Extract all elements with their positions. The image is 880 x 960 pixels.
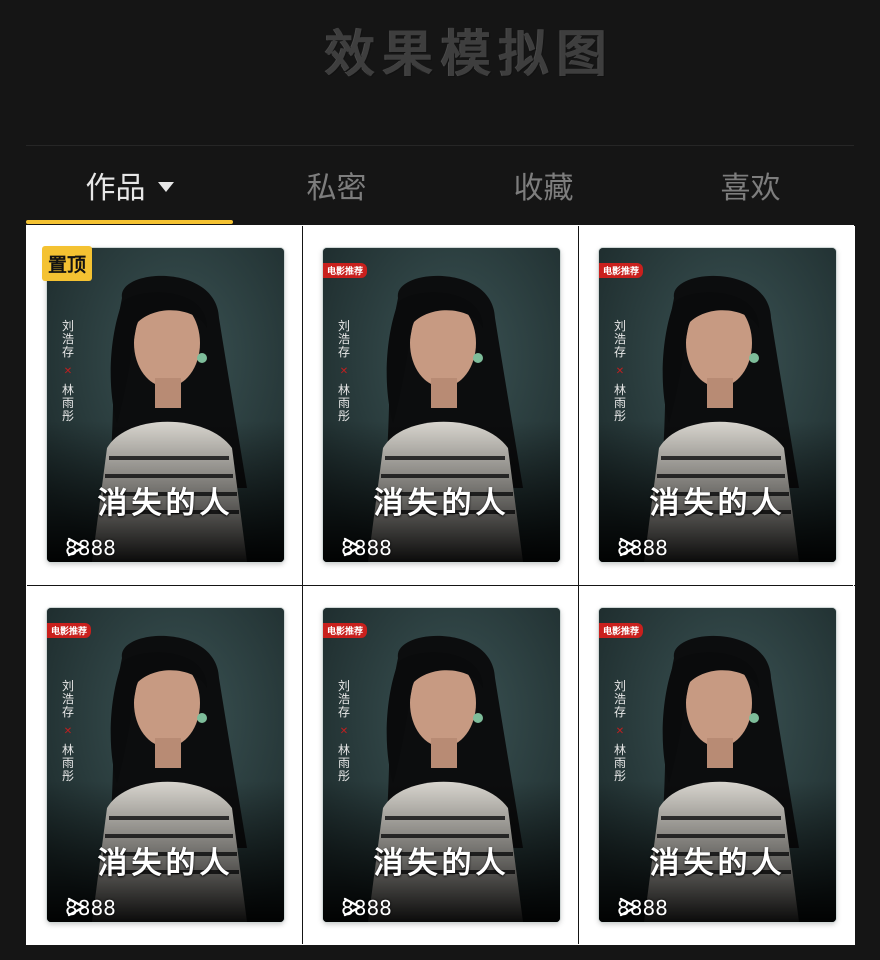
page: 效果模拟图 作品 私密 收藏 喜欢 置顶 刘浩存 ✕ 林雨彤 消失的人 8888… [0, 0, 880, 960]
channel-logo: 电影推荐 [47, 623, 92, 638]
cast-name: 林雨彤 [613, 743, 626, 783]
view-count: 8888 [617, 896, 668, 920]
cast-credits: 刘浩存 ✕ 林雨彤 [61, 680, 75, 783]
video-title: 消失的人 [649, 486, 786, 521]
page-title: 效果模拟图 [325, 24, 615, 83]
video-thumbnail: 电影推荐 刘浩存 ✕ 林雨彤 消失的人 8888 [47, 608, 284, 922]
video-card[interactable]: 电影推荐 刘浩存 ✕ 林雨彤 消失的人 8888 [303, 586, 578, 945]
play-icon [343, 897, 362, 917]
video-thumbnail: 电影推荐 刘浩存 ✕ 林雨彤 消失的人 8888 [599, 248, 836, 562]
cross-icon: ✕ [615, 726, 625, 737]
video-card[interactable]: 电影推荐 刘浩存 ✕ 林雨彤 消失的人 8888 [579, 226, 855, 585]
cross-icon: ✕ [63, 366, 73, 377]
cast-name: 刘浩存 [61, 319, 74, 359]
cast-credits: 刘浩存 ✕ 林雨彤 [337, 320, 351, 423]
cross-icon: ✕ [63, 726, 73, 737]
cast-name: 刘浩存 [613, 319, 626, 359]
channel-logo: 电影推荐 [599, 623, 644, 638]
play-icon [619, 897, 638, 917]
play-icon [619, 537, 638, 557]
video-thumbnail: 电影推荐 刘浩存 ✕ 林雨彤 消失的人 8888 [323, 248, 560, 562]
tab-private[interactable]: 私密 [233, 146, 440, 224]
active-tab-indicator [26, 220, 233, 224]
video-thumbnail: 电影推荐 刘浩存 ✕ 林雨彤 消失的人 8888 [323, 608, 560, 922]
play-icon [67, 537, 86, 557]
cast-credits: 刘浩存 ✕ 林雨彤 [337, 680, 351, 783]
cast-name: 林雨彤 [61, 383, 74, 423]
play-icon [343, 537, 362, 557]
video-card[interactable]: 置顶 刘浩存 ✕ 林雨彤 消失的人 8888 [27, 226, 302, 585]
cast-name: 刘浩存 [337, 319, 350, 359]
video-title: 消失的人 [97, 846, 234, 881]
cast-name: 林雨彤 [613, 383, 626, 423]
cross-icon: ✕ [339, 366, 349, 377]
cast-name: 刘浩存 [61, 679, 74, 719]
tab-label: 喜欢 [720, 171, 781, 206]
cast-name: 刘浩存 [613, 679, 626, 719]
video-title: 消失的人 [373, 846, 510, 881]
video-title: 消失的人 [97, 486, 234, 521]
cross-icon: ✕ [615, 366, 625, 377]
cast-name: 林雨彤 [337, 743, 350, 783]
cross-icon: ✕ [339, 726, 349, 737]
tab-label: 私密 [306, 171, 367, 206]
cast-name: 林雨彤 [337, 383, 350, 423]
video-thumbnail: 电影推荐 刘浩存 ✕ 林雨彤 消失的人 8888 [599, 608, 836, 922]
play-icon [67, 897, 86, 917]
pinned-badge: 置顶 [42, 246, 93, 281]
caret-down-icon[interactable] [157, 182, 174, 192]
video-card[interactable]: 电影推荐 刘浩存 ✕ 林雨彤 消失的人 8888 [579, 586, 855, 945]
cast-name: 林雨彤 [61, 743, 74, 783]
video-card[interactable]: 电影推荐 刘浩存 ✕ 林雨彤 消失的人 8888 [27, 586, 302, 945]
video-thumbnail: 刘浩存 ✕ 林雨彤 消失的人 8888 [47, 248, 284, 562]
view-count: 8888 [65, 536, 116, 560]
view-count: 8888 [341, 536, 392, 560]
cast-credits: 刘浩存 ✕ 林雨彤 [613, 320, 627, 423]
channel-logo: 电影推荐 [323, 263, 368, 278]
view-count: 8888 [617, 536, 668, 560]
video-card[interactable]: 电影推荐 刘浩存 ✕ 林雨彤 消失的人 8888 [303, 226, 578, 585]
view-count: 8888 [341, 896, 392, 920]
cast-name: 刘浩存 [337, 679, 350, 719]
video-grid: 置顶 刘浩存 ✕ 林雨彤 消失的人 8888 电影推荐 刘浩存 ✕ 林雨彤 消失… [26, 225, 855, 945]
video-title: 消失的人 [373, 486, 510, 521]
tab-label: 作品 [85, 171, 146, 206]
channel-logo: 电影推荐 [599, 263, 644, 278]
tab-likes[interactable]: 喜欢 [647, 146, 854, 224]
tab-works[interactable]: 作品 [26, 146, 233, 224]
channel-logo: 电影推荐 [323, 623, 368, 638]
cast-credits: 刘浩存 ✕ 林雨彤 [61, 320, 75, 423]
video-title: 消失的人 [649, 846, 786, 881]
tab-bar: 作品 私密 收藏 喜欢 [26, 145, 854, 224]
cast-credits: 刘浩存 ✕ 林雨彤 [613, 680, 627, 783]
tab-favorites[interactable]: 收藏 [440, 146, 647, 224]
view-count: 8888 [65, 896, 116, 920]
tab-label: 收藏 [513, 171, 574, 206]
